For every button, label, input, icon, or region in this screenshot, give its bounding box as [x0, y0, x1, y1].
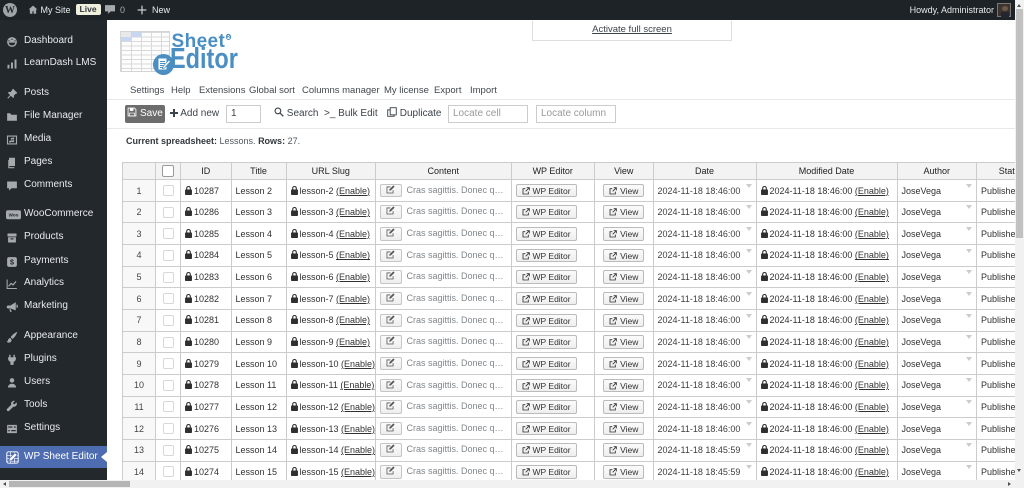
svg-text:$: $	[10, 258, 14, 266]
svg-text:Woo: Woo	[9, 213, 19, 218]
